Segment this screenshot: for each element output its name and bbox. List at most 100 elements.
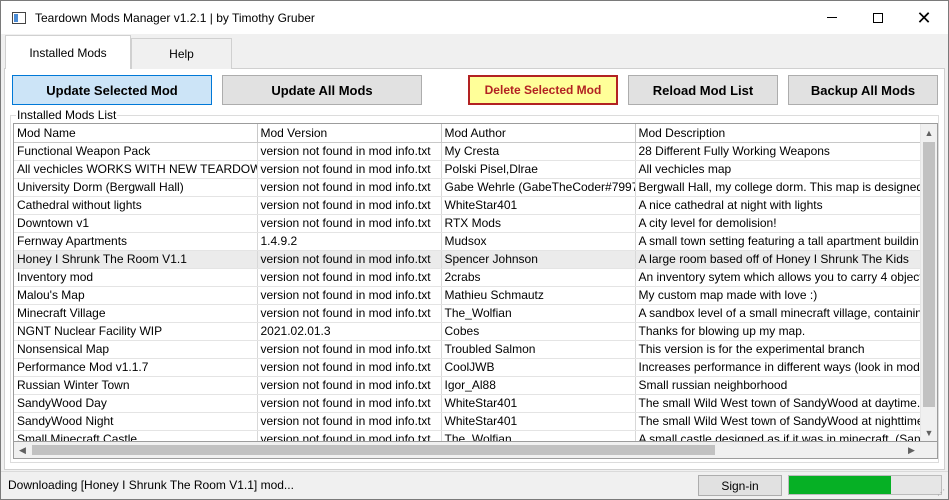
cell-mod-description: Bergwall Hall, my college dorm. This map… <box>635 178 922 197</box>
update-selected-mod-button[interactable]: Update Selected Mod <box>12 75 212 105</box>
close-button[interactable]: ✕ <box>901 1 947 34</box>
cell-mod-name: SandyWood Night <box>14 412 258 431</box>
cell-mod-version: version not found in mod info.txt <box>257 250 442 269</box>
cell-mod-author: 2crabs <box>441 268 636 287</box>
scroll-down-icon[interactable]: ▼ <box>921 424 937 441</box>
cell-mod-version: version not found in mod info.txt <box>257 394 442 413</box>
cell-mod-description: An inventory sytem which allows you to c… <box>635 268 922 287</box>
table-row[interactable]: Honey I Shrunk The Room V1.1 version not … <box>14 250 922 269</box>
cell-mod-description: The small Wild West town of SandyWood at… <box>635 412 922 431</box>
tab-strip: Installed Mods Help <box>3 35 943 71</box>
cell-mod-name: Cathedral without lights <box>14 196 258 215</box>
cell-mod-version: 1.4.9.2 <box>257 232 442 251</box>
scroll-up-icon[interactable]: ▲ <box>921 124 937 141</box>
scroll-left-icon[interactable]: ◀ <box>14 442 31 458</box>
table-row[interactable]: NGNT Nuclear Facility WIP 2021.02.01.3 Cob… <box>14 322 922 341</box>
column-header-mod-author[interactable]: Mod Author <box>441 124 636 143</box>
table-row[interactable]: Nonsensical Map version not found in mod … <box>14 340 922 359</box>
cell-mod-name: Inventory mod <box>14 268 258 287</box>
title-bar: Teardown Mods Manager v1.2.1 | by Timoth… <box>1 1 948 34</box>
mods-table: Mod Name Mod Version Mod Author Mod Desc… <box>14 124 922 441</box>
cell-mod-description: The small Wild West town of SandyWood at… <box>635 394 922 413</box>
cell-mod-name: All vechicles WORKS WITH NEW TEARDOWN <box>14 160 258 179</box>
app-window: Teardown Mods Manager v1.2.1 | by Timoth… <box>0 0 949 500</box>
cell-mod-description: Increases performance in different ways … <box>635 358 922 377</box>
maximize-button[interactable] <box>855 1 901 34</box>
window-title: Teardown Mods Manager v1.2.1 | by Timoth… <box>35 10 315 25</box>
scroll-right-icon[interactable]: ▶ <box>903 442 920 458</box>
tab-installed-mods[interactable]: Installed Mods <box>5 35 131 69</box>
cell-mod-author: Spencer Johnson <box>441 250 636 269</box>
column-header-mod-description[interactable]: Mod Description <box>635 124 922 143</box>
table-row[interactable]: Small Minecraft Castle version not found … <box>14 430 922 441</box>
backup-all-mods-button[interactable]: Backup All Mods <box>788 75 938 105</box>
reload-mod-list-button[interactable]: Reload Mod List <box>628 75 778 105</box>
table-row[interactable]: All vechicles WORKS WITH NEW TEARDOWN ver… <box>14 160 922 179</box>
cell-mod-description: All vechicles map <box>635 160 922 179</box>
cell-mod-version: version not found in mod info.txt <box>257 160 442 179</box>
cell-mod-name: Russian Winter Town <box>14 376 258 395</box>
vertical-scrollbar[interactable]: ▲ ▼ <box>920 124 937 441</box>
horizontal-scroll-thumb[interactable] <box>32 445 715 455</box>
cell-mod-author: Mudsox <box>441 232 636 251</box>
column-header-mod-version[interactable]: Mod Version <box>257 124 442 143</box>
table-row[interactable]: Minecraft Village version not found in mo… <box>14 304 922 323</box>
cell-mod-name: Fernway Apartments <box>14 232 258 251</box>
cell-mod-description: A small castle designed as if it was in … <box>635 430 922 441</box>
cell-mod-name: Honey I Shrunk The Room V1.1 <box>14 250 258 269</box>
table-row[interactable]: Cathedral without lights version not foun… <box>14 196 922 215</box>
cell-mod-version: version not found in mod info.txt <box>257 286 442 305</box>
sign-in-button[interactable]: Sign-in <box>698 475 782 496</box>
table-row[interactable]: Malou's Map version not found in mod info… <box>14 286 922 305</box>
cell-mod-version: version not found in mod info.txt <box>257 340 442 359</box>
cell-mod-name: Minecraft Village <box>14 304 258 323</box>
cell-mod-name: Downtown v1 <box>14 214 258 233</box>
table-row[interactable]: Russian Winter Town version not found in … <box>14 376 922 395</box>
cell-mod-description: A nice cathedral at night with lights <box>635 196 922 215</box>
cell-mod-version: version not found in mod info.txt <box>257 214 442 233</box>
cell-mod-description: A large room based off of Honey I Shrunk… <box>635 250 922 269</box>
cell-mod-description: Small russian neighborhood <box>635 376 922 395</box>
update-all-mods-button[interactable]: Update All Mods <box>222 75 422 105</box>
table-row[interactable]: University Dorm (Bergwall Hall) version n… <box>14 178 922 197</box>
close-icon: ✕ <box>916 7 932 28</box>
cell-mod-author: Igor_Al88 <box>441 376 636 395</box>
delete-selected-mod-button[interactable]: Delete Selected Mod <box>468 75 618 105</box>
mods-grid[interactable]: Mod Name Mod Version Mod Author Mod Desc… <box>13 123 938 442</box>
cell-mod-author: RTX Mods <box>441 214 636 233</box>
table-row[interactable]: Downtown v1 version not found in mod info… <box>14 214 922 233</box>
cell-mod-name: Performance Mod v1.1.7 <box>14 358 258 377</box>
table-row[interactable]: Inventory mod version not found in mod in… <box>14 268 922 287</box>
column-header-mod-name[interactable]: Mod Name <box>14 124 258 143</box>
tab-help[interactable]: Help <box>131 38 232 69</box>
cell-mod-description: This version is for the experimental bra… <box>635 340 922 359</box>
table-row[interactable]: Fernway Apartments 1.4.9.2 Mudsox A small t… <box>14 232 922 251</box>
cell-mod-author: The_Wolfian <box>441 430 636 441</box>
status-message: Downloading [Honey I Shrunk The Room V1.… <box>8 478 294 492</box>
cell-mod-description: A city level for demolision! <box>635 214 922 233</box>
cell-mod-author: Mathieu Schmautz <box>441 286 636 305</box>
cell-mod-name: Malou's Map <box>14 286 258 305</box>
table-row[interactable]: SandyWood Night version not found in mod … <box>14 412 922 431</box>
table-row[interactable]: SandyWood Day version not found in mod in… <box>14 394 922 413</box>
cell-mod-author: The_Wolfian <box>441 304 636 323</box>
cell-mod-version: version not found in mod info.txt <box>257 412 442 431</box>
table-row[interactable]: Functional Weapon Pack version not found … <box>14 142 922 161</box>
minimize-button[interactable] <box>809 1 855 34</box>
cell-mod-name: SandyWood Day <box>14 394 258 413</box>
download-progress-fill <box>789 476 891 494</box>
cell-mod-version: 2021.02.01.3 <box>257 322 442 341</box>
cell-mod-author: My Cresta <box>441 142 636 161</box>
table-row[interactable]: Performance Mod v1.1.7 version not found … <box>14 358 922 377</box>
vertical-scroll-thumb[interactable] <box>923 142 935 407</box>
horizontal-scrollbar[interactable]: ◀ ▶ <box>13 442 938 459</box>
cell-mod-author: WhiteStar401 <box>441 412 636 431</box>
cell-mod-name: Small Minecraft Castle <box>14 430 258 441</box>
cell-mod-version: version not found in mod info.txt <box>257 196 442 215</box>
cell-mod-version: version not found in mod info.txt <box>257 178 442 197</box>
status-bar: Downloading [Honey I Shrunk The Room V1.… <box>1 471 948 499</box>
cell-mod-description: 28 Different Fully Working Weapons <box>635 142 922 161</box>
download-progress-bar <box>788 475 942 495</box>
resize-grip-icon[interactable]: ⋰ <box>937 488 947 498</box>
cell-mod-version: version not found in mod info.txt <box>257 358 442 377</box>
